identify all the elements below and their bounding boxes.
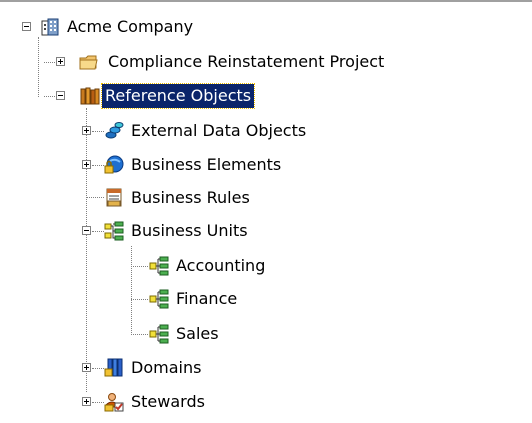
tree-node-label: Acme Company xyxy=(67,17,194,36)
tree-line xyxy=(92,402,104,403)
tree-line xyxy=(131,266,148,267)
rules-document-icon xyxy=(104,188,124,208)
tree-line xyxy=(131,299,148,300)
org-unit-icon xyxy=(149,324,169,344)
tree-node-label: Domains xyxy=(131,358,202,377)
folder-icon xyxy=(79,52,99,72)
top-border xyxy=(0,0,532,2)
tree-line xyxy=(131,334,148,335)
tree-node-label: Stewards xyxy=(131,392,205,411)
tree-line xyxy=(92,165,104,166)
domains-columns-icon xyxy=(104,358,124,378)
expand-toggle[interactable] xyxy=(82,397,91,406)
tree-line xyxy=(92,131,104,132)
tree-line xyxy=(92,231,104,232)
globe-lock-icon xyxy=(104,155,124,175)
tree-node-label: Accounting xyxy=(176,256,266,275)
expand-toggle[interactable] xyxy=(82,160,91,169)
collapse-toggle[interactable] xyxy=(56,91,65,100)
collapse-toggle[interactable] xyxy=(82,226,91,235)
database-cylinders-icon xyxy=(104,121,124,141)
org-chart-icon xyxy=(104,221,124,241)
tree-node-label: Finance xyxy=(176,289,238,308)
tree-node-label: Compliance Reinstatement Project xyxy=(108,52,385,71)
collapse-toggle[interactable] xyxy=(22,22,31,31)
tree-line xyxy=(86,108,87,392)
company-building-icon xyxy=(40,17,60,37)
stewards-people-icon xyxy=(104,392,124,412)
tree-node-label: Business Rules xyxy=(131,188,250,207)
books-icon xyxy=(80,86,100,106)
tree-line xyxy=(86,197,104,198)
org-unit-icon xyxy=(149,289,169,309)
tree-node-label: External Data Objects xyxy=(131,121,307,140)
tree-line xyxy=(44,62,55,63)
tree-line xyxy=(38,37,39,97)
tree-line xyxy=(44,96,55,97)
tree-node-label: Business Elements xyxy=(131,155,282,174)
tree-node-label: Sales xyxy=(176,324,219,343)
tree-node-label: Business Units xyxy=(131,221,248,240)
tree-line xyxy=(92,368,104,369)
tree-node-label: Reference Objects xyxy=(100,83,256,109)
expand-toggle[interactable] xyxy=(82,126,91,135)
tree-line xyxy=(131,246,132,335)
expand-toggle[interactable] xyxy=(56,57,65,66)
org-unit-icon xyxy=(149,256,169,276)
expand-toggle[interactable] xyxy=(82,363,91,372)
